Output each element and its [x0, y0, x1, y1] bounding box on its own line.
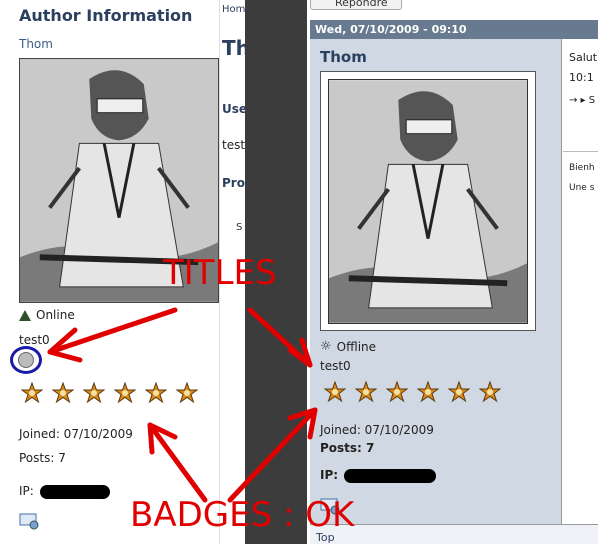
post-avatar-image [328, 79, 528, 324]
online-status-icon [19, 309, 31, 321]
joined-info: Joined: 07/10/2009 [19, 427, 133, 441]
badge-star-icon [21, 382, 43, 404]
forum-post-panel: Répondre Wed, 07/10/2009 - 09:10 Thom ☼ … [307, 0, 598, 544]
test-fragment: test [222, 138, 245, 152]
badge-star-icon [448, 381, 470, 403]
ip-redaction [39, 484, 110, 499]
badge-star-icon [176, 382, 198, 404]
content-line-2: 10:1 [569, 71, 594, 84]
pro-fragment: Pro [222, 176, 245, 190]
badge-star-icon [355, 381, 377, 403]
offline-status-icon: ☼ [320, 339, 332, 354]
author-info-heading: Author Information [19, 6, 193, 25]
badge-star-icon [386, 381, 408, 403]
badge-star-icon [114, 382, 136, 404]
post-ip-redaction [344, 468, 437, 483]
posts-info: Posts: 7 [19, 451, 66, 465]
user-fragment: Use [222, 102, 245, 116]
contact-icon[interactable] [19, 512, 41, 530]
author-avatar [19, 58, 219, 303]
content-line-4: Bienh [569, 163, 595, 173]
online-status: Online [19, 308, 75, 322]
badge-star-icon [479, 381, 501, 403]
top-link[interactable]: Top [316, 531, 335, 544]
author-info-panel: Author Information Thom Online test0 Joi… [0, 0, 220, 544]
post-user-title: test0 [320, 359, 351, 373]
badge-row-left [21, 382, 198, 404]
reply-button[interactable]: Répondre [310, 0, 402, 10]
title-icon [18, 352, 34, 368]
user-title: test0 [19, 333, 50, 347]
badge-star-icon [324, 381, 346, 403]
post-ip-label: IP: [320, 468, 339, 482]
offline-status-label: Offline [336, 339, 377, 354]
ip-label: IP: [19, 484, 34, 498]
post-posts-info: Posts: 7 [320, 441, 375, 455]
title-icon-circle [10, 346, 42, 374]
post-joined-text: Joined: 07/10/2009 [320, 423, 434, 437]
post-contact-icon[interactable] [320, 497, 342, 515]
s-fragment: S [236, 222, 243, 233]
content-line-5: Une s [569, 183, 595, 193]
content-line-3[interactable]: → ▸ S [569, 95, 595, 106]
content-separator [563, 151, 598, 152]
post-author-column: Thom ☼ Offline test0 Joined: 07/10/2009 … [310, 39, 562, 524]
badge-star-icon [52, 382, 74, 404]
badge-star-icon [417, 381, 439, 403]
badge-star-icon [83, 382, 105, 404]
avatar-sketch-image [20, 59, 218, 302]
post-date-bar: Wed, 07/10/2009 - 09:10 [310, 20, 598, 39]
post-avatar-frame [320, 71, 536, 331]
offline-status: ☼ Offline [320, 339, 376, 354]
ip-info: IP: [19, 484, 110, 499]
breadcrumb-fragment[interactable]: Hom [222, 4, 245, 15]
dark-divider [245, 0, 307, 544]
badge-star-icon [145, 382, 167, 404]
post-username[interactable]: Thom [320, 48, 367, 66]
post-content-column: Salut 10:1 → ▸ S Bienh Une s [563, 39, 598, 524]
post-joined-info: Joined: 07/10/2009 [320, 423, 434, 437]
post-ip-info: IP: [320, 468, 437, 483]
title-fragment: Th [222, 36, 245, 60]
badge-row-right [324, 381, 501, 403]
online-status-label: Online [36, 308, 75, 322]
page-fragment: Hom Th Use test Pro S [220, 0, 245, 544]
post-footer-bar: Top [310, 524, 598, 544]
content-line-1: Salut [569, 51, 598, 64]
author-username[interactable]: Thom [19, 37, 53, 51]
